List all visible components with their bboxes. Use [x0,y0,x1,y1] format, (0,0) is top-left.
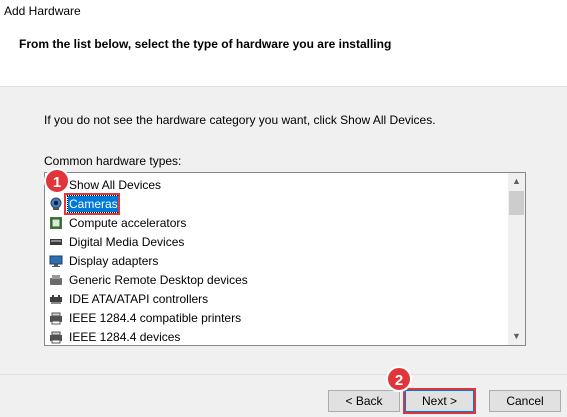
list-item-label: Digital Media Devices [69,235,185,249]
list-item-label: IEEE 1284.4 compatible printers [69,311,242,325]
list-item-ide-ata-atapi-controllers[interactable]: IDE ATA/ATAPI controllers [49,290,209,308]
list-item-label: Show All Devices [69,178,162,192]
scroll-thumb[interactable] [509,191,524,215]
display-adapter-icon [49,254,63,268]
list-scrollbar[interactable]: ▲ ▼ [508,173,525,345]
list-item-label: IEEE 1284.4 devices [69,330,181,344]
printer-device-icon [49,330,63,344]
list-item-label: Display adapters [69,254,159,268]
list-item-generic-remote-desktop-devices[interactable]: Generic Remote Desktop devices [49,271,249,289]
remote-desktop-icon [49,273,63,287]
list-item-label: Compute accelerators [69,216,187,230]
list-item-ieee-devices[interactable]: IEEE 1284.4 devices [49,328,181,345]
ide-controller-icon [49,292,63,306]
list-item-ieee-compatible-printers[interactable]: IEEE 1284.4 compatible printers [49,309,242,327]
window-title: Add Hardware [4,4,81,18]
instruction-text: If you do not see the hardware category … [44,113,436,127]
scroll-down-icon[interactable]: ▼ [508,328,525,345]
media-device-icon [49,235,63,249]
footer-divider [0,374,567,375]
cancel-button[interactable]: Cancel [489,390,561,412]
camera-icon [49,197,63,211]
printer-icon [49,311,63,325]
back-button[interactable]: < Back [328,390,400,412]
scroll-up-icon[interactable]: ▲ [508,173,525,190]
step-1-badge: 1 [44,168,70,194]
list-item-digital-media-devices[interactable]: Digital Media Devices [49,233,185,251]
list-item-display-adapters[interactable]: Display adapters [49,252,159,270]
list-item-label: Generic Remote Desktop devices [69,273,248,287]
chip-icon [49,216,63,230]
wizard-header: Add Hardware From the list below, select… [0,0,567,87]
list-item-label: IDE ATA/ATAPI controllers [69,292,209,306]
next-highlight-box [403,388,476,414]
list-item-compute-accelerators[interactable]: Compute accelerators [49,214,187,232]
hardware-types-label: Common hardware types: [44,154,182,168]
wizard-subtitle: From the list below, select the type of … [19,37,392,51]
step-2-badge: 2 [386,366,412,392]
cameras-highlight-box [64,193,120,215]
